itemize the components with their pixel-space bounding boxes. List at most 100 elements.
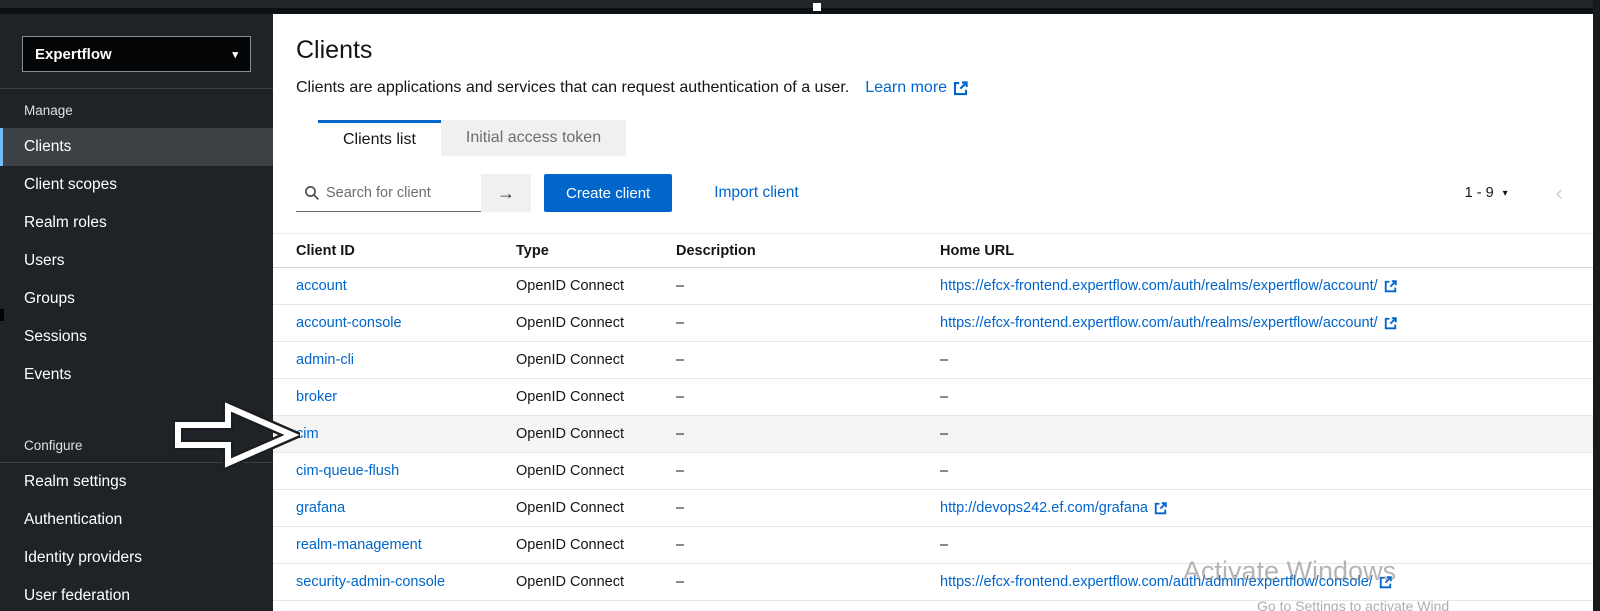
learn-more-link[interactable]: Learn more [865, 78, 968, 98]
client-type: OpenID Connect [516, 426, 624, 442]
client-type: OpenID Connect [516, 389, 624, 405]
sidebar-item-groups[interactable]: Groups [0, 280, 273, 318]
home-url-text: https://efcx-frontend.expertflow.com/aut… [940, 574, 1373, 590]
client-id-link[interactable]: broker [296, 389, 337, 405]
table-row: admin-cli OpenID Connect – – [273, 342, 1593, 379]
caret-down-icon: ▾ [232, 48, 238, 61]
client-description: – [676, 500, 684, 516]
home-url-link[interactable]: https://efcx-frontend.expertflow.com/aut… [940, 315, 1397, 331]
client-type: OpenID Connect [516, 500, 624, 516]
home-url-empty: – [940, 463, 948, 479]
client-type: OpenID Connect [516, 537, 624, 553]
home-url-text: https://efcx-frontend.expertflow.com/aut… [940, 278, 1378, 294]
table-row: cim-queue-flushOpenID Connect–– [273, 453, 1593, 490]
clients-table: Client ID Type Description Home URL acco… [273, 233, 1593, 601]
nav-section-label-manage: Manage [0, 89, 273, 128]
client-id-link[interactable]: admin-cli [296, 352, 354, 368]
external-link-icon [1154, 502, 1167, 515]
import-client-link[interactable]: Import client [714, 184, 798, 202]
clients-table-body: account OpenID Connect – https://efcx-front… [273, 268, 1593, 601]
pagination: 1 - 9 ▾ ‹ [1465, 182, 1563, 204]
sidebar-item-realm-settings[interactable]: Realm settings [0, 463, 273, 501]
home-url-link[interactable]: http://devops242.ef.com/grafana [940, 500, 1167, 516]
tab-bar: Clients list Initial access token [318, 120, 1593, 156]
client-description: – [676, 426, 684, 442]
client-id-link[interactable]: security-admin-console [296, 574, 445, 590]
client-description: – [676, 574, 684, 590]
sidebar: Expertflow ▾ ManageClientsClient scopesR… [0, 14, 273, 611]
sidebar-item-identity-providers[interactable]: Identity providers [0, 539, 273, 577]
client-type: OpenID Connect [516, 463, 624, 479]
client-id-link[interactable]: account-console [296, 315, 402, 331]
home-url-empty: – [940, 537, 948, 553]
external-link-icon [1379, 576, 1392, 589]
toolbar: → Create client Import client 1 - 9 ▾ ‹ [296, 174, 1593, 212]
arrow-right-icon: → [497, 183, 515, 204]
sidebar-item-users[interactable]: Users [0, 242, 273, 280]
sidebar-item-events[interactable]: Events [0, 356, 273, 394]
realm-name: Expertflow [35, 46, 112, 63]
client-id-link[interactable]: account [296, 278, 347, 294]
search-submit-button[interactable]: → [481, 174, 531, 212]
home-url-empty: – [940, 389, 948, 405]
pagination-range-dropdown[interactable]: 1 - 9 ▾ [1465, 185, 1508, 201]
column-header-description: Description [653, 234, 917, 268]
client-description: – [676, 315, 684, 331]
column-header-home-url: Home URL [917, 234, 1593, 268]
sidebar-item-user-federation[interactable]: User federation [0, 577, 273, 611]
client-id-link[interactable]: realm-management [296, 537, 422, 553]
table-row: broker OpenID Connect – – [273, 379, 1593, 416]
sidebar-item-realm-roles[interactable]: Realm roles [0, 204, 273, 242]
create-client-button[interactable]: Create client [544, 174, 672, 212]
table-row: security-admin-console OpenID Connect – htt… [273, 564, 1593, 601]
top-bar-marker [813, 3, 821, 11]
home-url-text: http://devops242.ef.com/grafana [940, 500, 1148, 516]
table-row: account-console OpenID Connect – https://ef… [273, 305, 1593, 342]
pagination-range: 1 - 9 [1465, 185, 1494, 201]
sidebar-nav: ManageClientsClient scopesRealm rolesUse… [0, 89, 273, 611]
external-link-icon [1384, 317, 1397, 330]
page-description: Clients are applications and services th… [296, 78, 849, 98]
chevron-left-icon: ‹ [1556, 180, 1563, 205]
tab-initial-access-token[interactable]: Initial access token [441, 120, 626, 156]
client-type: OpenID Connect [516, 352, 624, 368]
nav-section-label-configure: Configure [0, 424, 273, 462]
client-id-link[interactable]: grafana [296, 500, 345, 516]
home-url-link[interactable]: https://efcx-frontend.expertflow.com/aut… [940, 278, 1397, 294]
column-header-type: Type [493, 234, 653, 268]
sidebar-item-client-scopes[interactable]: Client scopes [0, 166, 273, 204]
client-type: OpenID Connect [516, 574, 624, 590]
client-id-link[interactable]: cim [296, 426, 319, 442]
client-description: – [676, 278, 684, 294]
tab-clients-list[interactable]: Clients list [318, 120, 441, 156]
page-title: Clients [296, 36, 1593, 64]
sidebar-item-clients[interactable]: Clients [0, 128, 273, 166]
table-row: account OpenID Connect – https://efcx-front… [273, 268, 1593, 305]
client-id-link[interactable]: cim-queue-flush [296, 463, 399, 479]
window-top-bar [0, 0, 1600, 14]
home-url-text: https://efcx-frontend.expertflow.com/aut… [940, 315, 1378, 331]
sidebar-item-sessions[interactable]: Sessions [0, 318, 273, 356]
table-row: realm-managementOpenID Connect–– [273, 527, 1593, 564]
home-url-empty: – [940, 426, 948, 442]
edge-artifact [0, 309, 4, 321]
client-type: OpenID Connect [516, 315, 624, 331]
table-row: grafana OpenID Connect – http://devops242.e… [273, 490, 1593, 527]
search-icon [304, 185, 320, 201]
home-url-empty: – [940, 352, 948, 368]
vertical-scrollbar[interactable] [1593, 0, 1600, 611]
home-url-link[interactable]: https://efcx-frontend.expertflow.com/aut… [940, 574, 1392, 590]
column-header-client-id: Client ID [273, 234, 493, 268]
table-header-row: Client ID Type Description Home URL [273, 234, 1593, 268]
table-row: cim OpenID Connect – – [273, 416, 1593, 453]
search-input[interactable] [296, 174, 481, 212]
external-link-icon [953, 81, 968, 96]
realm-selector[interactable]: Expertflow ▾ [22, 36, 251, 72]
pagination-prev-button[interactable]: ‹ [1556, 182, 1563, 204]
client-description: – [676, 389, 684, 405]
external-link-icon [1384, 280, 1397, 293]
sidebar-item-authentication[interactable]: Authentication [0, 501, 273, 539]
caret-down-icon: ▾ [1503, 188, 1508, 199]
client-description: – [676, 352, 684, 368]
client-type: OpenID Connect [516, 278, 624, 294]
